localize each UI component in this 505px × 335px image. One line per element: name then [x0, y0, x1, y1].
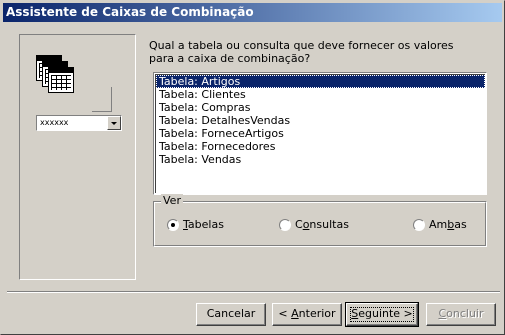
listbox-items: Tabela: Artigos Tabela: Clientes Tabela: C… — [155, 74, 485, 193]
wizard-window: Assistente de Caixas de Combinação xxxxx… — [0, 0, 505, 335]
radio-both-label: Ambas — [429, 218, 467, 231]
combo-sample-text: xxxxxx — [40, 118, 69, 127]
list-item[interactable]: Tabela: Compras — [156, 101, 485, 114]
table-query-listbox[interactable]: Tabela: Artigos Tabela: Clientes Tabela: C… — [153, 72, 487, 195]
list-item[interactable]: Tabela: ForneceArtigos — [156, 127, 485, 140]
list-item[interactable]: Tabela: Fornecedores — [156, 140, 485, 153]
back-button[interactable]: < Anterior — [272, 303, 342, 326]
list-item[interactable]: Tabela: Clientes — [156, 88, 485, 101]
combo-box-illustration: xxxxxx — [36, 115, 122, 131]
radio-queries-indicator[interactable] — [279, 219, 291, 231]
table-icon-front — [48, 67, 74, 93]
radio-tables-label: Tabelas — [183, 218, 224, 231]
chevron-down-icon — [107, 116, 121, 130]
illustration-connector — [111, 87, 112, 111]
list-item[interactable]: Tabela: Artigos — [156, 75, 485, 88]
radio-both-indicator[interactable] — [413, 219, 425, 231]
title-bar[interactable]: Assistente de Caixas de Combinação — [3, 3, 502, 22]
finish-button[interactable]: Concluir — [426, 303, 496, 326]
view-group-label: Ver — [161, 194, 183, 207]
radio-both[interactable]: Ambas — [413, 218, 467, 232]
radio-queries[interactable]: Consultas — [279, 218, 349, 232]
next-button[interactable]: Seguinte > — [345, 302, 419, 327]
list-item[interactable]: Tabela: DetalhesVendas — [156, 114, 485, 127]
cancel-button[interactable]: Cancelar — [196, 303, 266, 326]
radio-tables[interactable]: Tabelas — [167, 218, 224, 232]
radio-tables-indicator[interactable] — [167, 219, 179, 231]
question-text: Qual a tabela ou consulta que deve forne… — [149, 39, 454, 65]
radio-queries-label: Consultas — [295, 218, 349, 231]
list-item[interactable]: Tabela: Vendas — [156, 153, 485, 166]
button-divider — [7, 291, 500, 293]
illustration-connector — [92, 111, 112, 112]
illustration-panel: xxxxxx — [19, 34, 136, 280]
